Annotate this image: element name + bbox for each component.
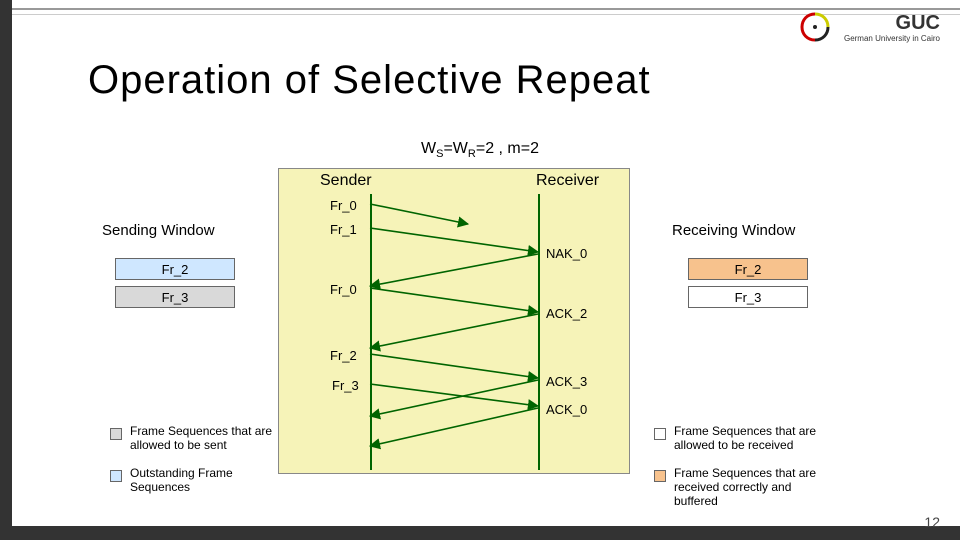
legend-swatch-2 [654,428,666,440]
wr-label: W [453,140,468,157]
ws-sub: S [436,148,443,160]
legend-text-1: Outstanding Frame Sequences [130,466,290,494]
legend-text-3: Frame Sequences that are received correc… [674,466,834,508]
sending-window-cell-1: Fr_3 [115,286,235,308]
legend-swatch-0 [110,428,122,440]
receiving-window-cell-0: Fr_2 [688,258,808,280]
slide-title: Operation of Selective Repeat [88,58,651,103]
legend-swatch-3 [654,470,666,482]
message-arrows [278,168,630,474]
sending-window-header: Sending Window [102,222,215,239]
logo-subtext: German University in Cairo [844,34,940,43]
wr-sub: R [468,148,476,160]
logo: GUC German University in Cairo [790,8,940,48]
parameters-line: WS=WR=2 , m=2 [0,140,960,160]
legend-swatch-1 [110,470,122,482]
logo-text: GUC [896,12,940,35]
receiving-window-header: Receiving Window [672,222,795,239]
receiving-window-cell-1: Fr_3 [688,286,808,308]
legend-text-2: Frame Sequences that are allowed to be r… [674,424,834,452]
sending-window-cell-0: Fr_2 [115,258,235,280]
legend-text-0: Frame Sequences that are allowed to be s… [130,424,290,452]
ws-label: W [421,140,436,157]
slide-number: 12 [924,514,940,530]
logo-mark-icon [800,12,830,42]
params-rest: =2 , m=2 [476,140,539,157]
